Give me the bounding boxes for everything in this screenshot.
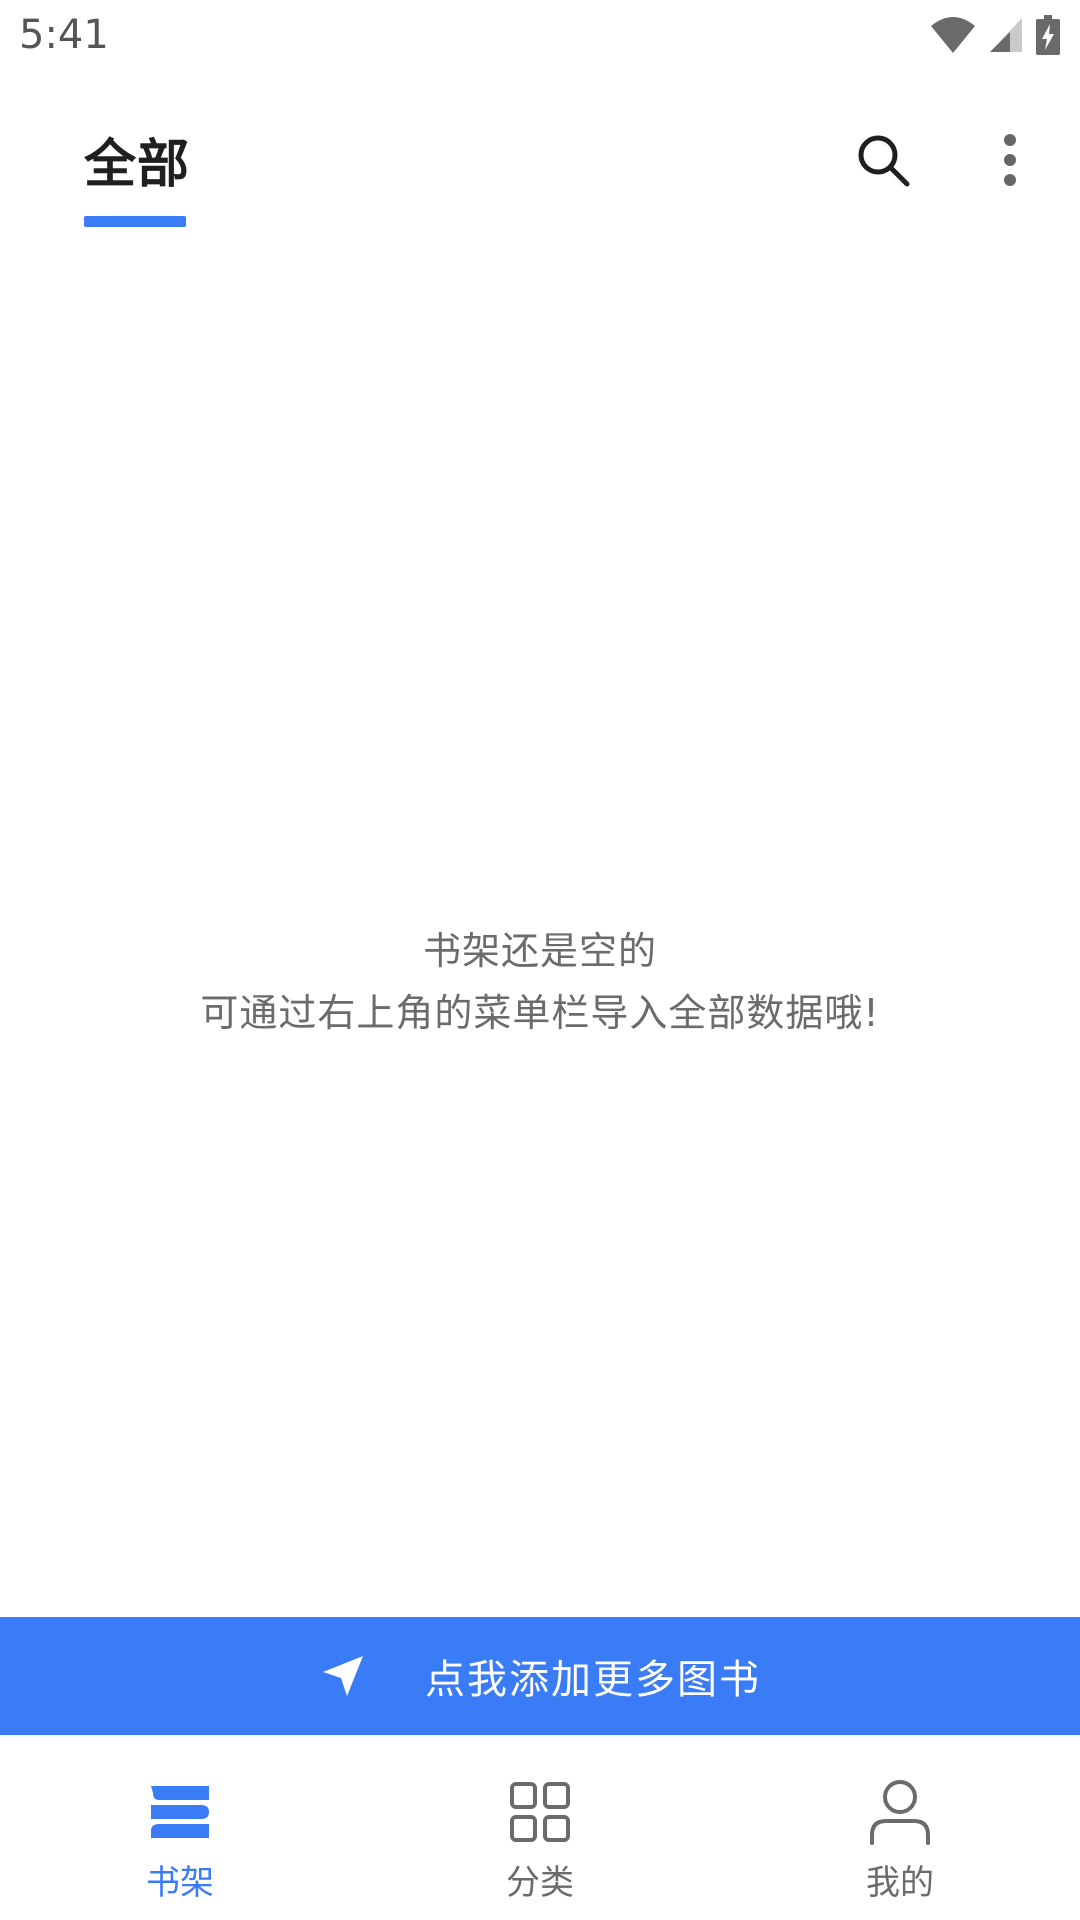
battery-charging-icon	[1036, 15, 1060, 55]
tab-all[interactable]: 全部	[84, 122, 190, 197]
top-tab-bar: 全部	[0, 78, 1080, 228]
signal-icon	[990, 18, 1022, 52]
person-icon	[865, 1777, 935, 1847]
status-icons	[930, 14, 1060, 56]
add-books-label: 点我添加更多图书	[425, 1657, 761, 1703]
navigation-arrow-icon	[319, 1652, 367, 1700]
status-time: 5:41	[19, 12, 109, 58]
grid-icon	[505, 1777, 575, 1847]
search-button[interactable]	[843, 120, 923, 200]
nav-label-bookshelf: 书架	[146, 1863, 214, 1903]
more-vertical-icon	[1004, 134, 1016, 186]
nav-item-mine[interactable]: 我的	[720, 1735, 1080, 1920]
empty-state-line2: 可通过右上角的菜单栏导入全部数据哦!	[200, 991, 880, 1035]
nav-label-category: 分类	[506, 1863, 574, 1903]
nav-item-bookshelf[interactable]: 书架	[0, 1735, 360, 1920]
more-options-button[interactable]	[970, 120, 1050, 200]
bottom-navigation: 书架 分类 我的	[0, 1735, 1080, 1920]
empty-state-line1: 书架还是空的	[422, 929, 657, 973]
tab-indicator	[84, 216, 186, 227]
nav-item-category[interactable]: 分类	[360, 1735, 720, 1920]
bookshelf-icon	[145, 1777, 215, 1847]
status-bar: 5:41	[0, 0, 1080, 78]
wifi-icon	[931, 17, 975, 53]
add-books-button[interactable]: 点我添加更多图书	[0, 1617, 1080, 1735]
search-icon	[858, 135, 910, 187]
nav-label-mine: 我的	[866, 1863, 934, 1903]
empty-state-message: 书架还是空的 可通过右上角的菜单栏导入全部数据哦!	[0, 920, 1080, 1044]
